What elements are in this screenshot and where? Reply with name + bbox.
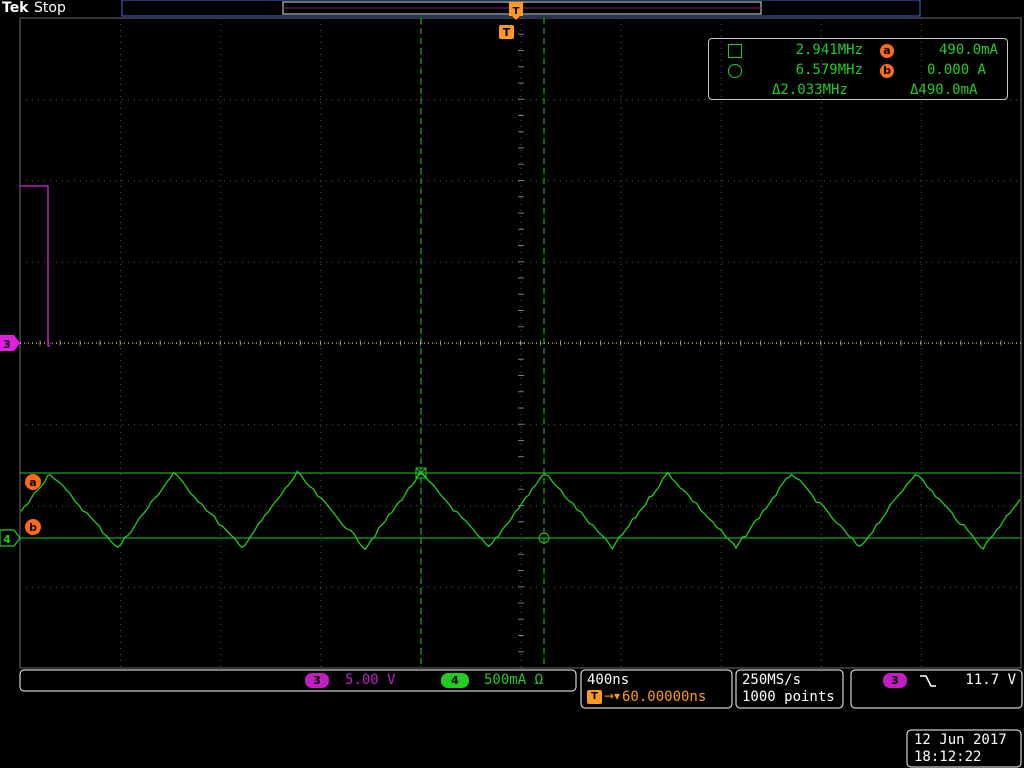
sample-rate-value: 250MS/s: [742, 672, 802, 688]
ch4-scale-badge: 4: [451, 674, 459, 687]
trigger-position-marker[interactable]: T: [507, 2, 525, 20]
oscilloscope-screen: T T 3 4 a b: [0, 0, 1023, 768]
trigger-position-icon: T: [591, 691, 598, 702]
time-label: 18:12:22: [914, 749, 982, 765]
trigger-point-marker: T: [499, 25, 514, 39]
record-length-value: 1000 points: [742, 689, 835, 705]
svg-text:4: 4: [3, 533, 11, 546]
ch3-waveform: [20, 185, 50, 347]
delta-frequency: Δ2.033MHz: [772, 82, 848, 98]
svg-text:T: T: [503, 26, 511, 39]
svg-text:3: 3: [3, 338, 11, 351]
svg-text:b: b: [29, 521, 37, 534]
ch4-scale-value[interactable]: 500mA Ω: [484, 672, 543, 688]
ch3-scale-value[interactable]: 5.00 V: [345, 672, 396, 688]
cursor-a-badge: a: [880, 44, 894, 58]
delta-value: Δ490.0mA: [910, 82, 978, 98]
ch4-ground-marker[interactable]: 4: [0, 529, 21, 547]
cursor-b-marker[interactable]: b: [25, 519, 41, 535]
cursor-a-marker[interactable]: a: [25, 474, 41, 490]
square-cursor-icon: [728, 44, 742, 58]
trigger-position-value[interactable]: 60.00000ns: [622, 689, 706, 705]
cursor1-frequency: 2.941MHz: [795, 42, 863, 58]
cursor-b-value: 0.000 A: [926, 62, 986, 78]
cursor-a-value: 490.0mA: [938, 42, 998, 58]
cursor2-frequency: 6.579MHz: [795, 62, 863, 78]
cursor-b-badge: b: [880, 64, 894, 78]
brand-logo: Tek: [2, 0, 29, 16]
falling-slope-icon: [920, 675, 936, 687]
ch3-scale-badge: 3: [313, 674, 321, 687]
run-state-label: Stop: [34, 0, 66, 16]
timebase-value[interactable]: 400ns: [587, 672, 629, 688]
trigger-arrow-icon: →▾: [604, 689, 621, 703]
date-label: 12 Jun 2017: [914, 732, 1007, 748]
ch3-ground-marker[interactable]: 3: [0, 335, 20, 351]
trigger-source-badge: 3: [891, 674, 899, 687]
svg-text:a: a: [29, 476, 36, 489]
svg-text:T: T: [513, 6, 520, 17]
trigger-level-value[interactable]: 11.7 V: [960, 672, 1016, 688]
circle-cursor-icon: [728, 64, 742, 78]
